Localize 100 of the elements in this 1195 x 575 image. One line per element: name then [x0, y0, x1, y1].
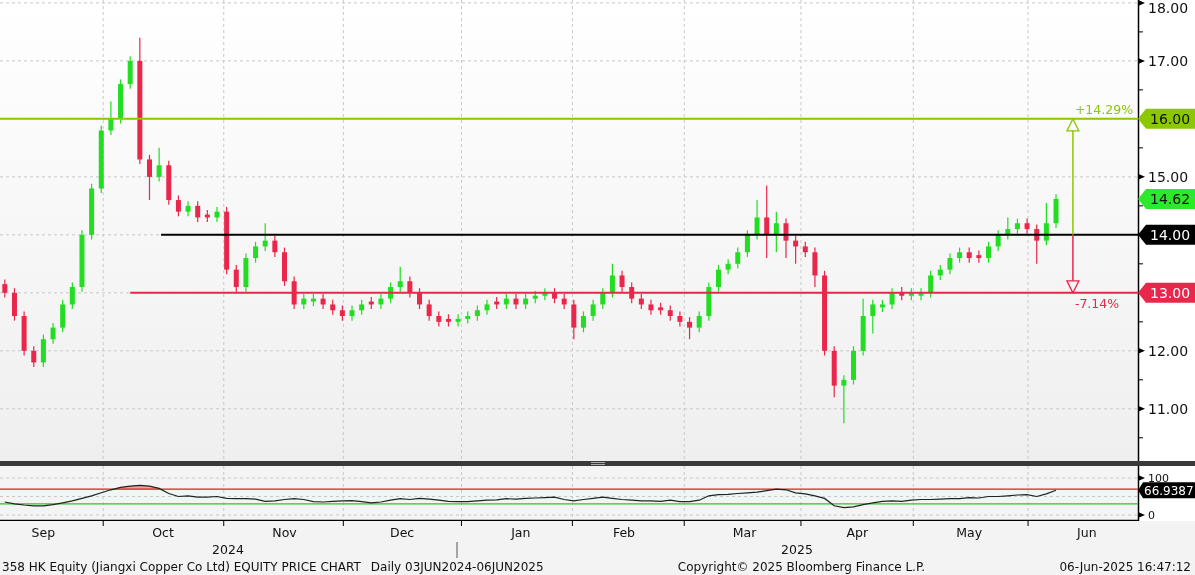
candlestick	[359, 299, 365, 316]
candlestick	[339, 305, 345, 322]
candlestick	[783, 218, 789, 259]
candlestick	[108, 100, 114, 136]
candlestick	[1005, 216, 1011, 241]
candlestick	[986, 241, 991, 264]
candlestick	[310, 293, 316, 307]
timestamp: 06-Jun-2025 16:47:12	[1059, 559, 1191, 574]
candlestick	[291, 276, 297, 310]
candlestick	[648, 299, 654, 316]
candlestick	[50, 322, 56, 345]
candlestick	[301, 293, 307, 310]
date-range: Daily 03JUN2024-06JUN2025	[370, 559, 544, 574]
candlestick	[417, 287, 422, 310]
grip-icon[interactable]	[590, 462, 605, 465]
candlestick	[609, 263, 615, 299]
candlestick	[860, 298, 866, 357]
candlestick	[1034, 223, 1040, 265]
month-label: Apr	[846, 525, 869, 540]
candlestick	[1024, 218, 1030, 235]
candlestick	[1014, 218, 1020, 235]
candlestick	[658, 302, 664, 316]
candlestick	[725, 258, 731, 275]
candlestick	[841, 374, 847, 424]
candlestick	[995, 229, 1001, 252]
value-tag: 66.9387	[1138, 482, 1195, 499]
month-label: Sep	[31, 525, 56, 540]
candlestick	[552, 287, 558, 304]
candlestick	[89, 183, 95, 241]
candlestick	[590, 299, 596, 322]
month-label: May	[956, 525, 983, 540]
candlestick	[879, 299, 885, 313]
chart-title: 358 HK Equity (Jiangxi Copper Co Ltd) EQUITY PRICE CHART	[2, 559, 361, 574]
percent-label: +14.29%	[1074, 101, 1134, 117]
axis-label: 12.00	[1148, 342, 1189, 359]
candlestick	[677, 310, 683, 328]
candlestick	[31, 345, 37, 368]
candlestick	[436, 310, 442, 328]
candlestick	[494, 296, 500, 310]
candlestick	[706, 281, 712, 322]
candlestick	[976, 249, 982, 264]
candlestick	[11, 287, 17, 322]
year-label: 2025	[781, 542, 813, 557]
candlestick	[195, 200, 201, 223]
candlestick	[60, 299, 66, 333]
candlestick	[696, 310, 702, 333]
candlestick	[937, 264, 943, 281]
month-label: Mar	[732, 525, 757, 540]
candlestick	[214, 206, 220, 223]
candlestick	[445, 313, 451, 328]
axis-label: 11.00	[1148, 400, 1189, 417]
candlestick	[243, 252, 249, 293]
month-label: Jun	[1077, 525, 1097, 540]
candlestick	[754, 199, 760, 241]
candlestick	[79, 229, 85, 293]
candlestick	[908, 287, 914, 301]
candlestick	[388, 281, 394, 304]
candlestick	[426, 299, 432, 322]
candlestick	[484, 299, 490, 316]
candlestick	[532, 290, 538, 304]
candlestick	[127, 55, 133, 90]
candlestick	[947, 252, 953, 275]
axis-label: 100	[1148, 471, 1169, 485]
copyright-text: Copyright© 2025 Bloomberg Finance L.P.	[677, 559, 926, 574]
candlestick	[233, 264, 239, 293]
candlestick	[166, 160, 172, 206]
candlestick	[600, 287, 606, 310]
percent-label: -7.14%	[1074, 295, 1120, 311]
month-label: Nov	[272, 525, 297, 540]
candlestick	[619, 270, 625, 293]
ref-line-label: 13.00	[1150, 284, 1191, 301]
candlestick	[2, 278, 8, 299]
candlestick	[542, 287, 548, 301]
candlestick	[272, 235, 278, 258]
axis-label: 15.00	[1148, 168, 1189, 185]
candlestick	[474, 305, 480, 322]
candlestick	[918, 287, 924, 301]
candlestick	[455, 313, 461, 328]
month-label: Feb	[612, 525, 636, 540]
candlestick	[204, 209, 210, 223]
candlestick	[175, 194, 181, 217]
candlestick	[465, 310, 471, 325]
candlestick	[21, 310, 27, 357]
candlestick	[716, 264, 721, 293]
candlestick	[69, 281, 75, 310]
candlestick	[889, 287, 895, 310]
ref-line-label: 14.00	[1150, 226, 1191, 243]
candlestick	[667, 305, 673, 322]
candlestick	[118, 78, 124, 125]
candlestick	[957, 247, 963, 264]
candlestick	[687, 316, 693, 340]
candlestick	[185, 200, 191, 217]
axis-label: 18.00	[1148, 0, 1189, 16]
month-label: Dec	[390, 525, 415, 540]
candlestick	[899, 286, 905, 301]
candlestick	[802, 241, 808, 258]
month-label: Jan	[511, 525, 531, 540]
candlestick	[282, 247, 287, 287]
candlestick	[320, 293, 326, 310]
ref-line-label: 16.00	[1150, 110, 1191, 127]
